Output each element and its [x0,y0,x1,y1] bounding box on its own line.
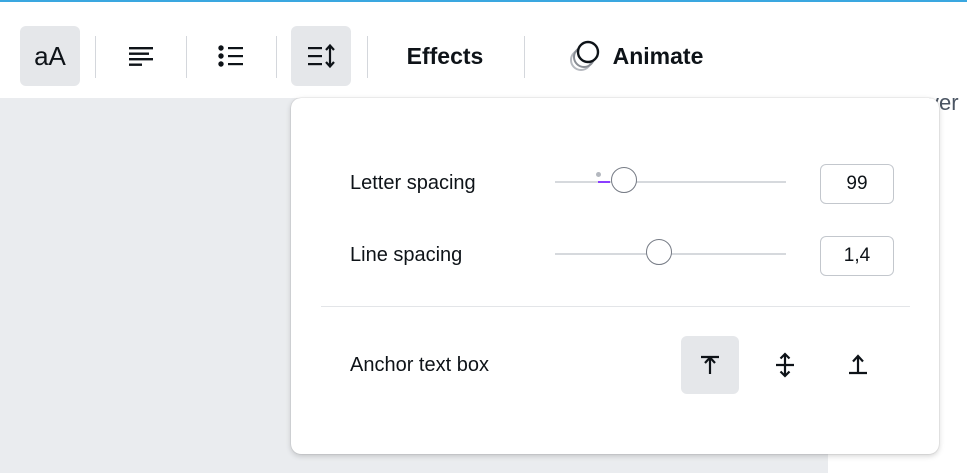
panel-divider [321,306,910,307]
anchor-middle-icon [776,352,794,378]
toolbar-divider [186,36,187,78]
animate-button[interactable]: Animate [545,26,725,86]
slider-default-marker [596,172,601,177]
align-left-icon [129,47,153,66]
text-toolbar: aA Effects Animate [0,0,967,98]
bulleted-list-icon [218,45,243,67]
spacing-button[interactable] [291,26,351,86]
text-align-button[interactable] [111,26,171,86]
toolbar-divider [276,36,277,78]
anchor-top-icon [701,355,719,374]
toolbar-divider [95,36,96,78]
anchor-middle-button[interactable] [756,336,814,394]
effects-label: Effects [406,42,484,69]
line-spacing-icon [308,43,335,69]
letter-spacing-label: Letter spacing [350,172,476,194]
toolbar-divider [367,36,368,78]
font-case-button[interactable]: aA [20,26,80,86]
animate-label: Animate [612,42,704,69]
line-spacing-thumb[interactable] [645,239,672,265]
animate-icon [569,40,599,71]
letter-spacing-fill [598,181,611,183]
anchor-bottom-button[interactable] [829,336,887,394]
line-spacing-input[interactable] [820,236,894,276]
list-button[interactable] [201,26,261,86]
anchor-top-button[interactable] [681,336,739,394]
toolbar-divider [524,36,525,78]
anchor-text-box-label: Anchor text box [350,354,489,376]
letter-spacing-slider[interactable] [555,167,786,193]
font-case-label: aA [34,40,66,71]
letter-spacing-input[interactable] [820,164,894,204]
effects-button[interactable]: Effects [390,26,500,86]
line-spacing-slider[interactable] [555,239,786,265]
spacing-panel: Letter spacing Line spacing Anchor text … [291,98,939,454]
anchor-bottom-icon [849,354,867,375]
line-spacing-label: Line spacing [350,244,463,266]
letter-spacing-thumb[interactable] [611,167,638,193]
